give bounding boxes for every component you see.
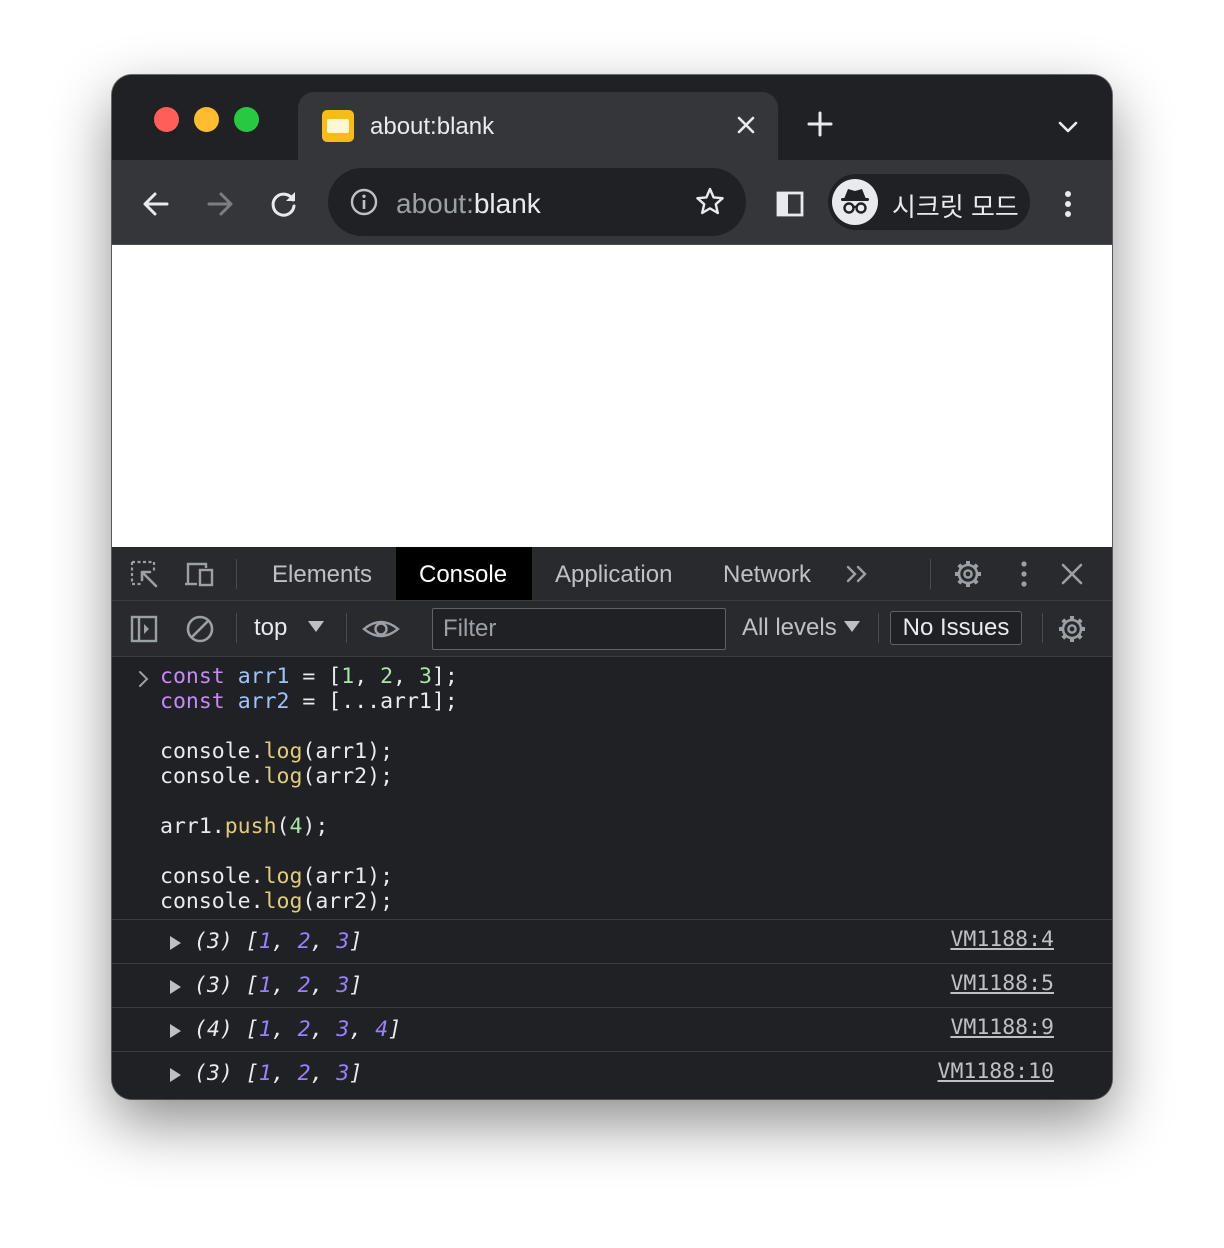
console-sidebar-icon[interactable] xyxy=(128,613,160,645)
log-levels-dropdown[interactable]: All levels xyxy=(742,614,837,642)
clear-console-icon[interactable] xyxy=(184,613,216,645)
array-value: 1 xyxy=(258,929,272,954)
maximize-window-button[interactable] xyxy=(234,107,259,132)
inspect-element-icon[interactable] xyxy=(128,558,160,590)
tab-search-chevron-icon[interactable] xyxy=(1052,111,1084,143)
tab-application[interactable]: Application xyxy=(532,547,700,600)
array-value: 3 xyxy=(336,929,350,954)
back-arrow-icon[interactable] xyxy=(138,186,174,222)
expand-triangle-icon[interactable] xyxy=(170,980,181,994)
array-value: 1 xyxy=(258,1061,272,1086)
page-favicon-icon xyxy=(322,110,354,142)
tab-network[interactable]: Network xyxy=(700,547,830,600)
array-value: 1 xyxy=(258,973,272,998)
log-array-preview[interactable]: (3) [1, 2, 3] xyxy=(194,1061,362,1086)
context-selector[interactable]: top xyxy=(254,614,287,642)
log-source-link[interactable]: VM1188:9 xyxy=(950,1015,1054,1040)
code-line: console.log(arr2); xyxy=(160,764,394,789)
forward-arrow-icon[interactable] xyxy=(202,186,238,222)
expand-triangle-icon[interactable] xyxy=(170,1068,181,1082)
code-line: console.log(arr1); xyxy=(160,864,394,889)
customize-menu-icon[interactable] xyxy=(1008,558,1040,590)
browser-toolbar: about:blank 시크릿 모드 xyxy=(112,160,1112,245)
array-value: 3 xyxy=(336,1061,350,1086)
incognito-icon xyxy=(841,189,869,214)
bookmark-star-icon[interactable] xyxy=(692,184,728,220)
array-length: (4) xyxy=(194,1017,233,1042)
context-dropdown-arrow-icon[interactable] xyxy=(308,621,324,632)
levels-dropdown-arrow-icon[interactable] xyxy=(844,621,860,632)
minimize-window-button[interactable] xyxy=(194,107,219,132)
log-source-link[interactable]: VM1188:4 xyxy=(950,927,1054,952)
close-window-button[interactable] xyxy=(154,107,179,132)
new-tab-button[interactable] xyxy=(804,108,836,140)
expand-triangle-icon[interactable] xyxy=(170,936,181,950)
console-log-row[interactable]: (3) [1, 2, 3] VM1188:10 xyxy=(112,1051,1112,1095)
console-output: const arr1 = [1, 2, 3]; const arr2 = [...… xyxy=(112,657,1112,1099)
code-line: console.log(arr2); xyxy=(160,889,394,914)
reload-icon[interactable] xyxy=(266,186,302,222)
issues-button[interactable]: No Issues xyxy=(890,611,1022,645)
page-content xyxy=(112,245,1112,547)
code-line: const arr1 = [1, 2, 3]; xyxy=(160,664,458,689)
console-log-row[interactable]: (3) [1, 2, 3] VM1188:5 xyxy=(112,963,1112,1007)
tab-strip: about:blank xyxy=(112,75,1112,160)
console-input-code[interactable]: const arr1 = [1, 2, 3]; const arr2 = [...… xyxy=(160,664,458,914)
log-array-preview[interactable]: (4) [1, 2, 3, 4] xyxy=(194,1017,401,1042)
tab-elements[interactable]: Elements xyxy=(250,547,394,600)
array-value: 2 xyxy=(297,1017,311,1042)
incognito-avatar xyxy=(832,179,878,225)
array-length: (3) xyxy=(194,929,233,954)
log-source-link[interactable]: VM1188:5 xyxy=(950,971,1054,996)
url-text[interactable]: about:blank xyxy=(396,188,541,220)
log-array-preview[interactable]: (3) [1, 2, 3] xyxy=(194,929,362,954)
side-panel-icon[interactable] xyxy=(772,186,808,222)
browser-tab[interactable]: about:blank xyxy=(298,92,778,160)
array-value: 2 xyxy=(297,929,311,954)
tab-title: about:blank xyxy=(370,113,495,140)
incognito-profile-button[interactable]: 시크릿 모드 xyxy=(828,174,1030,230)
array-length: (3) xyxy=(194,973,233,998)
more-tabs-chevron-icon[interactable] xyxy=(842,558,874,590)
more-menu-icon[interactable] xyxy=(1050,186,1086,222)
devtools-tab-bar: Elements Console Application Network xyxy=(112,547,1112,601)
prompt-chevron-icon xyxy=(139,671,149,687)
device-toolbar-icon[interactable] xyxy=(184,558,216,590)
array-value: 3 xyxy=(336,973,350,998)
log-source-link[interactable]: VM1188:10 xyxy=(938,1059,1055,1084)
array-length: (3) xyxy=(194,1061,233,1086)
address-bar[interactable]: about:blank xyxy=(328,168,746,236)
tab-console[interactable]: Console xyxy=(396,547,532,600)
code-line: arr1.push(4); xyxy=(160,814,329,839)
filter-input[interactable] xyxy=(432,608,726,650)
array-value: 2 xyxy=(297,973,311,998)
info-icon[interactable] xyxy=(348,186,380,218)
settings-gear-icon[interactable] xyxy=(952,558,984,590)
close-devtools-icon[interactable] xyxy=(1056,558,1088,590)
console-settings-gear-icon[interactable] xyxy=(1056,613,1088,645)
code-line: console.log(arr1); xyxy=(160,739,394,764)
array-value: 3 xyxy=(336,1017,350,1042)
close-icon[interactable] xyxy=(730,109,762,141)
console-filter-bar: top All levels No Issues xyxy=(112,601,1112,657)
browser-window: about:blank about:blank 시크릿 모드 Elements … xyxy=(112,75,1112,1099)
live-expression-eye-icon[interactable] xyxy=(362,613,400,645)
incognito-label: 시크릿 모드 xyxy=(892,192,1019,222)
code-line: const arr2 = [...arr1]; xyxy=(160,689,458,714)
array-value: 1 xyxy=(258,1017,272,1042)
console-log-row[interactable]: (3) [1, 2, 3] VM1188:4 xyxy=(112,919,1112,963)
devtools-panel: Elements Console Application Network top… xyxy=(112,547,1112,1099)
console-log-row[interactable]: (4) [1, 2, 3, 4] VM1188:9 xyxy=(112,1007,1112,1051)
log-array-preview[interactable]: (3) [1, 2, 3] xyxy=(194,973,362,998)
array-value: 2 xyxy=(297,1061,311,1086)
expand-triangle-icon[interactable] xyxy=(170,1024,181,1038)
array-value: 4 xyxy=(375,1017,389,1042)
